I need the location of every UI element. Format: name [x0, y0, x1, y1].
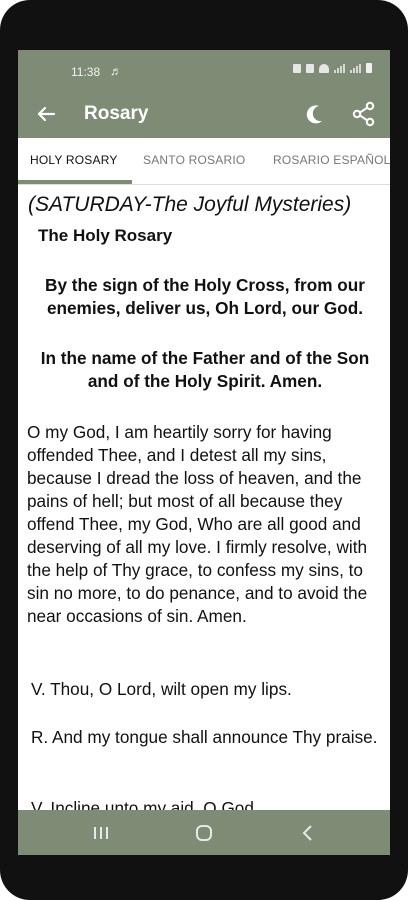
app-screen: 11:38 ♬ Rosary HOLY ROSARY SANTO ROSARIO… [18, 50, 390, 855]
response-1-text: R. And my tongue shall announce Thy prai… [31, 727, 378, 747]
tab-holy-rosary[interactable]: HOLY ROSARY [30, 153, 118, 167]
tab-rosario-espanol[interactable]: ROSARIO ESPAÑOL [273, 153, 390, 167]
signal-icon-2 [350, 63, 361, 73]
phone-frame: 11:38 ♬ Rosary HOLY ROSARY SANTO ROSARIO… [0, 0, 408, 900]
versicle-1-text: V. Thou, O Lord, wilt open my lips. [31, 679, 292, 699]
signal-icon [334, 63, 345, 73]
tab-indicator [18, 180, 132, 184]
status-icons [293, 63, 372, 73]
alarm-icon [306, 63, 314, 73]
app-bar: Rosary [18, 90, 390, 138]
tab-santo-rosario[interactable]: SANTO ROSARIO [143, 153, 245, 167]
music-note-icon: ♬ [110, 64, 122, 78]
versicle-2-text: V. Incline unto my aid, O God. [31, 798, 259, 810]
notification-icon [293, 63, 301, 73]
home-icon[interactable] [191, 822, 217, 844]
back-arrow-icon[interactable] [32, 100, 60, 128]
in-the-name-text: In the name of the Father and of the Son… [40, 348, 370, 391]
wifi-icon [319, 63, 329, 73]
moon-icon[interactable] [302, 100, 330, 128]
prayer-content[interactable]: (SATURDAY-The Joyful Mysteries) The Holy… [18, 185, 390, 810]
sign-of-cross-text: By the sign of the Holy Cross, from our … [45, 275, 365, 318]
back-icon[interactable] [295, 822, 321, 844]
status-time: 11:38 [71, 65, 101, 79]
share-icon[interactable] [350, 100, 378, 128]
mysteries-heading: (SATURDAY-The Joyful Mysteries) [28, 193, 352, 216]
page-title: Rosary [84, 103, 149, 124]
recents-icon[interactable] [88, 822, 114, 844]
tab-bar: HOLY ROSARY SANTO ROSARIO ROSARIO ESPAÑO… [18, 138, 390, 185]
status-bar: 11:38 ♬ [18, 50, 390, 90]
battery-icon [366, 63, 372, 73]
rosary-subheading: The Holy Rosary [38, 226, 173, 245]
act-of-contrition-text: O my God, I am heartily sorry for having… [27, 422, 368, 626]
system-nav-bar [18, 810, 390, 855]
